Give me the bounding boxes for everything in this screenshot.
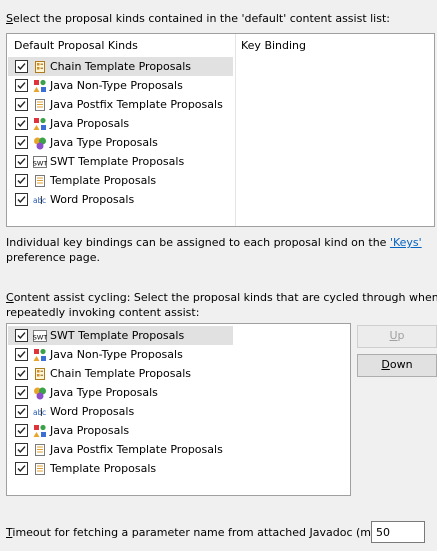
svg-text:c: c [42,196,46,205]
timeout-label: Timeout for fetching a parameter name fr… [6,526,385,539]
checkbox[interactable] [15,155,28,168]
checkbox[interactable] [15,424,28,437]
cycling-label: Content assist cycling: Select the propo… [6,291,437,304]
list-item-label: Chain Template Proposals [50,60,192,73]
checkbox[interactable] [15,193,28,206]
java-proposals-icon [33,117,47,131]
swt-template-icon: SWT [33,329,47,343]
checkbox[interactable] [15,117,28,130]
checkbox[interactable] [15,136,28,149]
column-header-key-binding[interactable]: Key Binding [241,39,306,52]
list-item-label: Java Proposals [50,424,130,437]
checkbox[interactable] [15,79,28,92]
list-item[interactable]: ab c Word Proposals [8,190,233,209]
list-item-label: SWT Template Proposals [50,155,185,168]
template-icon [33,462,47,476]
list-item-label: Java Postfix Template Proposals [50,98,223,111]
list-item-label: Java Non-Type Proposals [50,79,183,92]
default-list-label: Select the proposal kinds contained in t… [6,12,390,25]
checkbox[interactable] [15,405,28,418]
list-item-label: Java Type Proposals [50,386,158,399]
default-proposal-table[interactable]: Default Proposal Kinds Key Binding Chain… [6,33,435,227]
cycling-label-line2: repeatedly invoking content assist: [6,306,200,319]
word-icon: ab c [33,405,47,419]
list-item[interactable]: SWT SWT Template Proposals [8,152,233,171]
checkbox[interactable] [15,367,28,380]
list-item[interactable]: SWT SWT Template Proposals [8,326,233,345]
svg-text:SWT: SWT [33,159,47,167]
list-item-label: Template Proposals [50,462,157,475]
java-non-type-icon [33,348,47,362]
list-item[interactable]: Java Non-Type Proposals [8,345,233,364]
checkbox[interactable] [15,443,28,456]
key-binding-note: Individual key bindings can be assigned … [6,236,422,249]
java-proposals-icon [33,424,47,438]
key-binding-note-line2: preference page. [6,251,100,264]
list-item-label: SWT Template Proposals [50,329,185,342]
down-button[interactable]: Down [357,354,437,377]
list-item-label: Java Postfix Template Proposals [50,443,223,456]
keys-link[interactable]: 'Keys' [390,236,422,249]
table-header: Default Proposal Kinds Key Binding [7,34,434,226]
column-divider [235,34,236,226]
checkbox[interactable] [15,329,28,342]
template-icon [33,174,47,188]
column-header-kinds[interactable]: Default Proposal Kinds [14,39,138,52]
list-item[interactable]: Template Proposals [8,459,233,478]
svg-text:SWT: SWT [33,333,47,341]
list-item-label: Word Proposals [50,405,135,418]
word-icon: ab c [33,193,47,207]
chain-template-icon [33,60,47,74]
checkbox[interactable] [15,386,28,399]
list-item-label: Java Proposals [50,117,130,130]
checkbox[interactable] [15,348,28,361]
postfix-template-icon [33,98,47,112]
list-item[interactable]: Java Type Proposals [8,383,233,402]
list-item[interactable]: Java Postfix Template Proposals [8,440,233,459]
list-item[interactable]: ab c Word Proposals [8,402,233,421]
list-item[interactable]: Java Type Proposals [8,133,233,152]
swt-template-icon: SWT [33,155,47,169]
list-item[interactable]: Chain Template Proposals [8,364,233,383]
chain-template-icon [33,367,47,381]
checkbox[interactable] [15,60,28,73]
list-item-label: Java Non-Type Proposals [50,348,183,361]
list-item-label: Java Type Proposals [50,136,158,149]
list-item[interactable]: Java Proposals [8,114,233,133]
up-button[interactable]: Up [357,325,437,348]
cycling-proposal-list[interactable]: SWT SWT Template Proposals Java Non-Type P… [6,323,351,496]
checkbox[interactable] [15,174,28,187]
list-item[interactable]: Chain Template Proposals [8,57,233,76]
checkbox[interactable] [15,98,28,111]
java-type-icon [33,386,47,400]
checkbox[interactable] [15,462,28,475]
list-item-label: Chain Template Proposals [50,367,192,380]
list-item[interactable]: Java Proposals [8,421,233,440]
java-non-type-icon [33,79,47,93]
list-item[interactable]: Template Proposals [8,171,233,190]
postfix-template-icon [33,443,47,457]
list-item-label: Word Proposals [50,193,135,206]
svg-text:c: c [42,408,46,417]
java-type-icon [33,136,47,150]
list-item[interactable]: Java Postfix Template Proposals [8,95,233,114]
list-item-label: Template Proposals [50,174,157,187]
list-item[interactable]: Java Non-Type Proposals [8,76,233,95]
timeout-input[interactable] [371,521,425,543]
